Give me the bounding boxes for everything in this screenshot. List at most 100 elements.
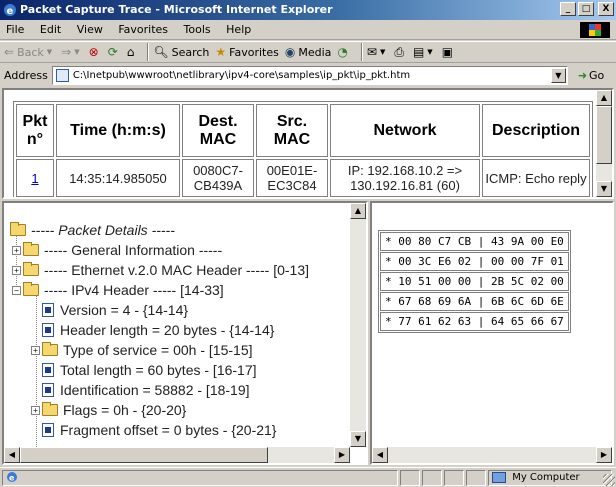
menu-edit[interactable]: Edit (34, 20, 67, 40)
tree-horizontal-scrollbar[interactable]: ◀ ▶ (4, 447, 350, 463)
mail-button[interactable]: ✉ ▼ (367, 45, 388, 59)
toolbar-separator (360, 43, 363, 61)
top-vertical-scrollbar[interactable]: ▲ ▼ (596, 90, 612, 197)
menu-bar: File Edit View Favorites Tools Help (0, 20, 616, 40)
tree-label: Type of service = 00h - [15-15] (63, 342, 253, 358)
scroll-thumb[interactable] (596, 106, 612, 164)
forward-button[interactable]: ⇒ ▼ (61, 45, 82, 59)
address-input[interactable]: C:\Inetpub\wwwroot\netlibrary\ipv4-core\… (51, 65, 568, 85)
menu-favorites[interactable]: Favorites (112, 20, 174, 40)
tree-label: ----- Ethernet v.2.0 MAC Header ----- [0… (44, 262, 310, 278)
field-icon (42, 383, 54, 397)
packet-summary-frame: Pkt n° Time (h:m:s) Dest. MAC Src. MAC N… (2, 88, 614, 199)
menu-help[interactable]: Help (220, 20, 257, 40)
tree-node-packet-details[interactable]: ----- Packet Details ----- (10, 220, 175, 240)
status-zone-pane: My Computer (488, 470, 612, 486)
folder-icon (42, 402, 58, 416)
media-label: Media (298, 45, 332, 59)
scroll-left-button[interactable]: ◀ (372, 447, 388, 463)
scroll-right-button[interactable]: ▶ (596, 447, 612, 463)
tree-node-ethernet-header[interactable]: + ----- Ethernet v.2.0 MAC Header ----- … (12, 260, 309, 280)
chevron-down-icon: ▼ (46, 48, 53, 56)
cell-description: ICMP: Echo reply (482, 159, 590, 197)
tree-leaf-total-length[interactable]: Total length = 60 bytes - [16-17] (42, 360, 257, 380)
favorites-button[interactable]: ★ Favorites (215, 45, 278, 59)
tree-label: Header length = 20 bytes - {14-14} (60, 322, 275, 338)
windows-logo-icon (580, 22, 610, 38)
field-icon (42, 323, 54, 337)
address-bar: Address C:\Inetpub\wwwroot\netlibrary\ip… (0, 63, 616, 87)
scroll-up-button[interactable]: ▲ (350, 203, 366, 219)
expand-icon[interactable]: + (31, 405, 40, 415)
home-button[interactable]: ⌂ (127, 45, 138, 59)
field-icon (42, 363, 54, 377)
folder-icon (42, 342, 58, 356)
tree-node-type-of-service[interactable]: + Type of service = 00h - [15-15] (31, 340, 253, 360)
col-src-mac: Src. MAC (256, 104, 328, 157)
search-label: Search (171, 45, 210, 59)
history-button[interactable]: ◔ (337, 45, 350, 59)
go-arrow-icon: ➜ (577, 68, 588, 82)
tree-leaf-header-length[interactable]: Header length = 20 bytes - {14-14} (42, 320, 274, 340)
status-bar: e My Computer (0, 467, 616, 487)
open-folder-icon (23, 282, 39, 296)
hex-dump-frame: * 00 80 C7 CB | 43 9A 00 E0 * 00 3C E6 0… (370, 201, 614, 465)
collapse-icon[interactable]: − (12, 285, 21, 295)
tree-node-ipv4-header[interactable]: − ----- IPv4 Header ----- [14-33] (12, 280, 224, 300)
edit-button[interactable]: ▤ ▼ (413, 45, 436, 59)
tree-leaf-version[interactable]: Version = 4 - {14-14} (42, 300, 188, 320)
cell-dest-mac: 0080C7-CB439A (182, 159, 254, 197)
scroll-left-button[interactable]: ◀ (4, 447, 20, 463)
media-button[interactable]: ◉ Media (285, 45, 332, 59)
forward-arrow-icon: ⇒ (61, 45, 72, 59)
menu-tools[interactable]: Tools (178, 20, 217, 40)
packet-number-link[interactable]: 1 (16, 159, 54, 197)
scroll-thumb[interactable] (20, 447, 268, 463)
go-label: Go (589, 68, 605, 82)
home-icon: ⌂ (126, 45, 135, 59)
field-icon (42, 423, 54, 437)
stop-icon: ⊗ (88, 45, 99, 59)
menu-view[interactable]: View (71, 20, 109, 40)
stop-button[interactable]: ⊗ (89, 45, 102, 59)
tree-node-flags[interactable]: + Flags = 0h - {20-20} (31, 400, 186, 420)
resize-grip[interactable] (603, 474, 615, 486)
hex-horizontal-scrollbar[interactable]: ◀ ▶ (372, 447, 612, 463)
hex-row: * 67 68 69 6A | 6B 6C 6D 6E (380, 292, 569, 311)
go-button[interactable]: ➜ Go (578, 69, 604, 82)
tree-leaf-fragment-offset[interactable]: Fragment offset = 0 bytes - {20-21} (42, 420, 276, 440)
col-network: Network (330, 104, 480, 157)
back-button[interactable]: ⇐ Back ▼ (4, 45, 55, 59)
search-icon: 🔍︎ (153, 45, 169, 59)
scroll-up-button[interactable]: ▲ (596, 90, 612, 106)
expand-icon[interactable]: + (12, 265, 21, 275)
search-button[interactable]: 🔍︎ Search (153, 45, 209, 59)
tree-label: Fragment offset = 0 bytes - {20-21} (60, 422, 277, 438)
expand-icon[interactable]: + (12, 245, 21, 255)
status-main-pane: e (2, 470, 398, 486)
computer-icon (492, 471, 506, 483)
tree-vertical-scrollbar[interactable]: ▲ ▼ (350, 203, 366, 447)
col-description: Description (482, 104, 590, 157)
address-dropdown-button[interactable]: ▼ (550, 67, 566, 83)
maximize-button[interactable]: □ (578, 2, 594, 16)
close-button[interactable]: X (598, 2, 614, 16)
scroll-right-button[interactable]: ▶ (334, 447, 350, 463)
tree-leaf-identification[interactable]: Identification = 58882 - [18-19] (42, 380, 250, 400)
cell-src-mac: 00E01E-EC3C84 (256, 159, 328, 197)
scroll-down-button[interactable]: ▼ (596, 181, 612, 197)
discuss-button[interactable]: ▣ (442, 45, 456, 59)
col-time: Time (h:m:s) (56, 104, 180, 157)
table-row: * 10 51 00 00 | 2B 5C 02 00 (380, 272, 569, 291)
scroll-down-button[interactable]: ▼ (350, 431, 366, 447)
tree-node-general-information[interactable]: + ----- General Information ----- (12, 240, 222, 260)
expand-icon[interactable]: + (31, 345, 40, 355)
minimize-button[interactable]: _ (560, 2, 576, 16)
field-icon (42, 303, 54, 317)
refresh-button[interactable]: ⟳ (108, 45, 121, 59)
menu-file[interactable]: File (0, 20, 30, 40)
favorites-label: Favorites (229, 45, 279, 59)
mail-icon: ✉ (366, 45, 377, 59)
favorites-icon: ★ (215, 45, 227, 59)
print-button[interactable]: ⎙ (394, 45, 407, 60)
